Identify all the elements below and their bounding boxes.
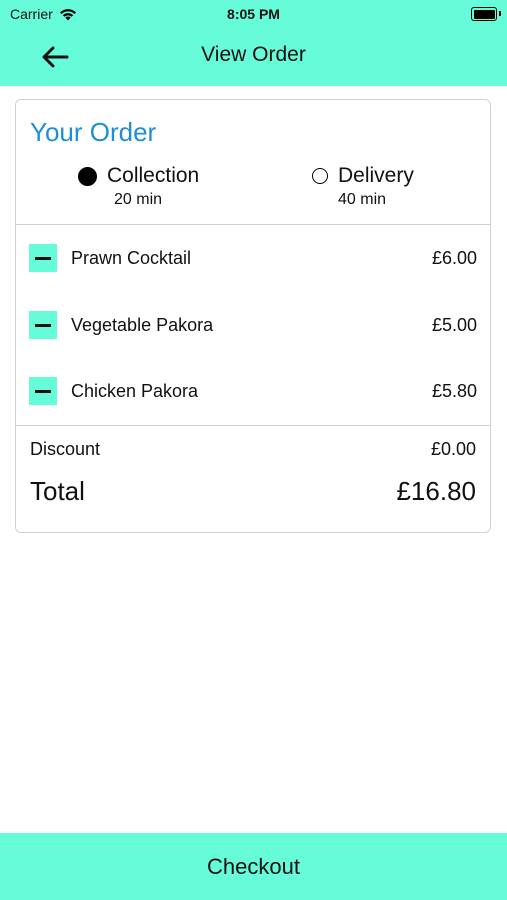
checkout-button[interactable]: Checkout <box>0 833 507 900</box>
discount-label: Discount <box>30 439 101 459</box>
page-title: View Order <box>201 43 306 66</box>
status-time: 8:05 PM <box>227 6 280 22</box>
total-label: Total <box>30 476 85 506</box>
collection-label: Collection <box>107 164 200 187</box>
minus-icon <box>35 323 51 327</box>
delivery-option[interactable]: Delivery <box>312 164 414 188</box>
remove-item-button[interactable] <box>29 377 57 405</box>
remove-item-button[interactable] <box>29 244 57 272</box>
checkout-label: Checkout <box>207 853 300 879</box>
item-name: Prawn Cocktail <box>71 247 192 268</box>
item-price: £5.80 <box>431 380 477 401</box>
delivery-label: Delivery <box>338 164 414 187</box>
item-price: £6.00 <box>431 247 477 268</box>
total-row: Total £16.80 <box>30 476 476 507</box>
item-name: Vegetable Pakora <box>71 314 214 335</box>
remove-item-button[interactable] <box>29 311 57 339</box>
battery-icon <box>471 7 501 21</box>
order-item-row: Prawn Cocktail £6.00 <box>29 244 477 272</box>
order-title: Your Order <box>30 117 157 147</box>
radio-selected-icon[interactable] <box>78 166 97 186</box>
radio-unselected-icon[interactable] <box>312 168 328 184</box>
order-card: Your Order Collection 20 min Delivery 40… <box>15 99 491 533</box>
discount-value: £0.00 <box>430 439 476 459</box>
item-name: Chicken Pakora <box>71 380 199 401</box>
collection-time: 20 min <box>114 191 163 208</box>
discount-row: Discount £0.00 <box>30 439 476 460</box>
nav-header: Carrier 8:05 PM View Order <box>0 0 507 86</box>
minus-icon <box>35 256 51 260</box>
total-value: £16.80 <box>396 476 476 506</box>
collection-option[interactable]: Collection <box>78 164 199 188</box>
divider <box>16 224 490 225</box>
status-bar: Carrier 8:05 PM <box>0 6 507 24</box>
item-price: £5.00 <box>431 314 477 335</box>
delivery-time: 40 min <box>338 191 387 208</box>
minus-icon <box>35 389 51 393</box>
order-item-row: Vegetable Pakora £5.00 <box>29 311 477 339</box>
divider <box>16 425 490 426</box>
order-item-row: Chicken Pakora £5.80 <box>29 377 477 405</box>
